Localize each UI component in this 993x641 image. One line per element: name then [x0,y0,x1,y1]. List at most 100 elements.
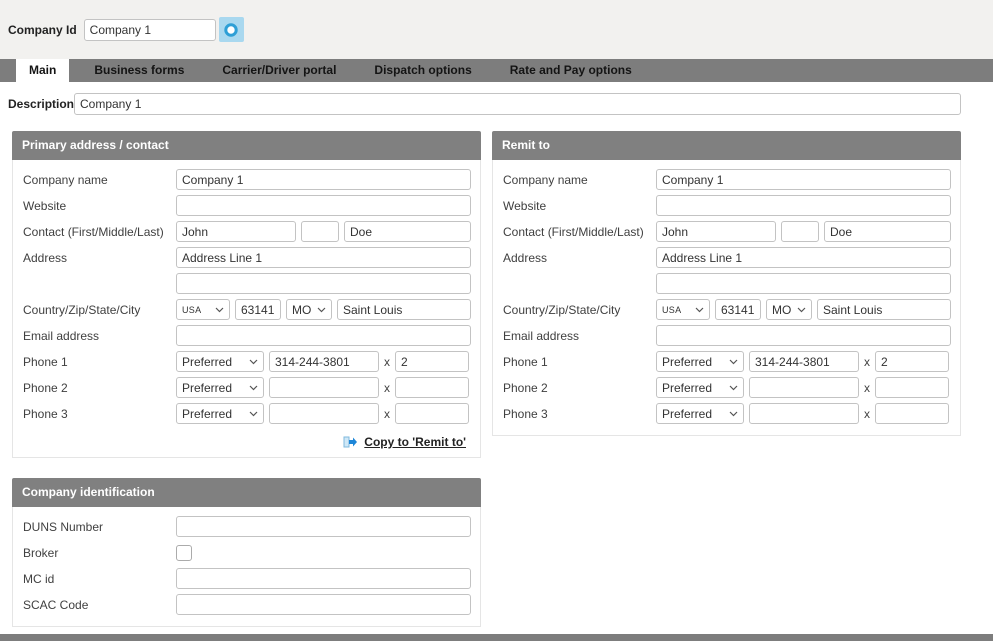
duns-number-label: DUNS Number [23,520,176,534]
scac-code-label: SCAC Code [23,598,176,612]
remit-country-value: USA [662,305,681,315]
description-row: Description [8,93,961,115]
remit-phone2-type-select[interactable]: Preferred [656,377,744,398]
field-row: Phone 3 Preferred x [23,403,480,424]
remit-website-input[interactable] [656,195,951,216]
field-row: Phone 2 Preferred x [23,377,480,398]
tab-main[interactable]: Main [16,59,69,82]
primary-contact-middle-input[interactable] [301,221,339,242]
primary-website-input[interactable] [176,195,471,216]
company-name-label: Company name [23,173,176,187]
primary-phone1-type-select[interactable]: Preferred [176,351,264,372]
remit-state-select[interactable]: MO [766,299,812,320]
top-bar: Company Id [0,0,993,59]
remit-phone3-type-value: Preferred [662,407,712,421]
field-row: DUNS Number [23,516,480,537]
remit-state-value: MO [772,303,791,317]
email-label: Email address [23,329,176,343]
remit-phone1-ext-input[interactable] [875,351,949,372]
remit-phone1-number-input[interactable] [749,351,859,372]
primary-contact-last-input[interactable] [344,221,471,242]
email-label: Email address [503,329,656,343]
primary-city-input[interactable] [337,299,471,320]
field-row [23,273,480,294]
ext-label: x [864,355,870,369]
tab-dispatch-options[interactable]: Dispatch options [361,59,484,82]
field-row: Country/Zip/State/City USA MO [23,299,480,320]
description-input[interactable] [74,93,961,115]
primary-address-line1-input[interactable] [176,247,471,268]
tab-business-forms[interactable]: Business forms [81,59,197,82]
mc-id-label: MC id [23,572,176,586]
remit-address-line2-input[interactable] [656,273,951,294]
duns-number-input[interactable] [176,516,471,537]
field-row: Phone 1 Preferred x [503,351,960,372]
field-row: Contact (First/Middle/Last) [503,221,960,242]
primary-company-name-input[interactable] [176,169,471,190]
broker-checkbox[interactable] [176,545,192,561]
remit-company-name-input[interactable] [656,169,951,190]
broker-label: Broker [23,546,176,560]
remit-phone3-ext-input[interactable] [875,403,949,424]
copy-to-remit-link[interactable]: Copy to 'Remit to' [364,435,466,449]
remit-email-input[interactable] [656,325,951,346]
primary-phone2-ext-input[interactable] [395,377,469,398]
company-id-input[interactable] [84,19,216,41]
field-row: Company name [503,169,960,190]
remit-city-input[interactable] [817,299,951,320]
country-zip-state-city-label: Country/Zip/State/City [503,303,656,317]
primary-address-panel: Primary address / contact Company name W… [12,131,481,458]
tab-rate-and-pay-options[interactable]: Rate and Pay options [497,59,645,82]
country-zip-state-city-label: Country/Zip/State/City [23,303,176,317]
primary-contact-first-input[interactable] [176,221,296,242]
scac-code-input[interactable] [176,594,471,615]
primary-phone1-ext-input[interactable] [395,351,469,372]
tab-carrier-driver-portal[interactable]: Carrier/Driver portal [209,59,349,82]
ext-label: x [384,355,390,369]
primary-phone3-type-select[interactable]: Preferred [176,403,264,424]
primary-email-input[interactable] [176,325,471,346]
field-row: Website [503,195,960,216]
remit-zip-input[interactable] [715,299,761,320]
remit-phone3-number-input[interactable] [749,403,859,424]
remit-phone3-type-select[interactable]: Preferred [656,403,744,424]
chevron-down-icon [797,307,806,313]
contact-label: Contact (First/Middle/Last) [503,225,656,239]
primary-phone2-type-select[interactable]: Preferred [176,377,264,398]
company-lookup-button[interactable] [219,17,244,42]
company-name-label: Company name [503,173,656,187]
remit-country-select[interactable]: USA [656,299,710,320]
primary-phone1-number-input[interactable] [269,351,379,372]
primary-country-select[interactable]: USA [176,299,230,320]
website-label: Website [23,199,176,213]
website-label: Website [503,199,656,213]
primary-panel-body: Company name Website Contact (First/Midd… [12,160,481,458]
remit-contact-middle-input[interactable] [781,221,819,242]
remit-contact-first-input[interactable] [656,221,776,242]
field-row: Phone 2 Preferred x [503,377,960,398]
primary-phone2-number-input[interactable] [269,377,379,398]
primary-phone2-type-value: Preferred [182,381,232,395]
phone3-label: Phone 3 [23,407,176,421]
primary-phone3-ext-input[interactable] [395,403,469,424]
company-id-label: Company Id [8,23,77,37]
copy-to-remit-row: Copy to 'Remit to' [23,429,480,451]
remit-address-line1-input[interactable] [656,247,951,268]
lookup-icon [223,22,239,38]
remit-phone2-ext-input[interactable] [875,377,949,398]
remit-phone2-number-input[interactable] [749,377,859,398]
remit-phone1-type-select[interactable]: Preferred [656,351,744,372]
remit-to-panel: Remit to Company name Website Contact (F… [492,131,961,458]
primary-phone3-number-input[interactable] [269,403,379,424]
field-row: Address [23,247,480,268]
remit-panel-title: Remit to [492,131,961,160]
primary-state-select[interactable]: MO [286,299,332,320]
chevron-down-icon [729,385,738,391]
mc-id-input[interactable] [176,568,471,589]
primary-zip-input[interactable] [235,299,281,320]
remit-phone1-type-value: Preferred [662,355,712,369]
chevron-down-icon [249,385,258,391]
primary-address-line2-input[interactable] [176,273,471,294]
field-row: Email address [503,325,960,346]
remit-contact-last-input[interactable] [824,221,951,242]
